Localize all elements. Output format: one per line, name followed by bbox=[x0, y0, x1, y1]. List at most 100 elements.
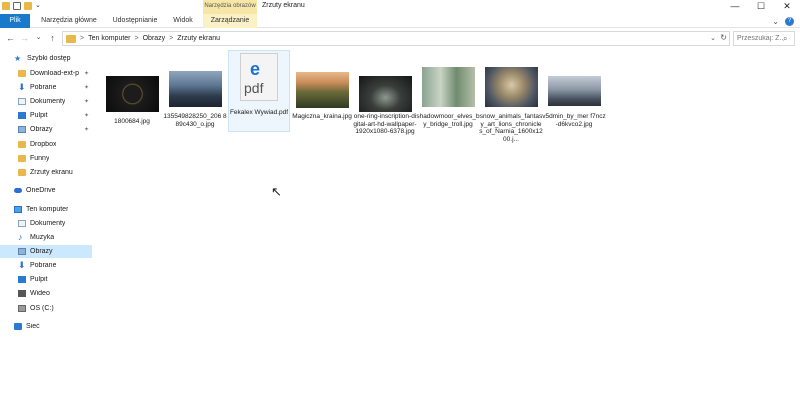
sidebar-item-network[interactable]: Sieć bbox=[0, 320, 92, 333]
file-item[interactable]: one-ring-inscription-digital-art-hd-wall… bbox=[353, 65, 417, 145]
sidebar-item-pictures[interactable]: Obrazy ✦ bbox=[0, 123, 92, 136]
sidebar-item-label: Zrzuty ekranu bbox=[30, 169, 73, 176]
up-button[interactable]: ↑ bbox=[47, 32, 58, 44]
sidebar-item-label: Obrazy bbox=[30, 126, 53, 133]
sidebar-item-pc-documents[interactable]: Dokumenty bbox=[0, 217, 92, 230]
image-thumbnail bbox=[485, 67, 538, 107]
close-button[interactable]: ✕ bbox=[774, 0, 800, 14]
download-icon: ⬇ bbox=[18, 82, 26, 92]
title-bar: ⌄ Narzędzia obrazów Zrzuty ekranu — ☐ ✕ bbox=[0, 0, 800, 14]
sidebar-item-label: OS (C:) bbox=[30, 305, 54, 312]
breadcrumb-this-pc[interactable]: Ten komputer bbox=[88, 35, 130, 42]
sidebar-item-label: Pobrane bbox=[30, 84, 57, 91]
desktop-icon bbox=[18, 276, 26, 283]
breadcrumb-pictures[interactable]: Obrazy bbox=[143, 35, 166, 42]
pin-icon[interactable]: ✦ bbox=[84, 126, 89, 133]
minimize-button[interactable]: — bbox=[722, 0, 748, 14]
search-box[interactable]: ⌕ bbox=[733, 31, 795, 46]
sidebar-item-label: Pulpit bbox=[30, 112, 48, 119]
sidebar-item-label: Szybki dostęp bbox=[27, 55, 71, 62]
pdf-icon: e pdf bbox=[240, 53, 278, 101]
folder-icon[interactable] bbox=[2, 2, 10, 10]
file-item[interactable]: 135549828250_206 889c430_o.jpg bbox=[163, 65, 227, 128]
sidebar-item-video[interactable]: Wideo bbox=[0, 287, 92, 300]
sidebar-item-this-pc[interactable]: Ten komputer bbox=[0, 203, 92, 216]
file-item[interactable]: v5dmin_by_mer f7ncz-d6kvco2.jpg bbox=[542, 65, 606, 128]
breadcrumb-separator[interactable]: > bbox=[135, 35, 139, 42]
maximize-button[interactable]: ☐ bbox=[748, 0, 774, 14]
refresh-icon[interactable]: ↻ bbox=[720, 33, 727, 42]
folder-icon bbox=[18, 141, 26, 148]
sidebar-item-downloads[interactable]: ⬇ Pobrane ✦ bbox=[0, 81, 92, 94]
sidebar-item-desktop[interactable]: Pulpit ✦ bbox=[0, 109, 92, 122]
folder-icon bbox=[66, 34, 76, 43]
new-folder-icon[interactable] bbox=[24, 2, 32, 10]
pin-icon[interactable]: ✦ bbox=[84, 112, 89, 119]
drive-icon bbox=[18, 305, 26, 312]
file-item[interactable]: e pdf Fekalex Wywiad.pdf bbox=[228, 50, 290, 132]
sidebar-item-pc-downloads[interactable]: ⬇ Pobrane bbox=[0, 259, 92, 272]
tab-view[interactable]: Widok bbox=[168, 14, 198, 28]
breadcrumb-screenshots[interactable]: Zrzuty ekranu bbox=[177, 35, 220, 42]
music-icon: ♪ bbox=[18, 232, 23, 242]
sidebar-item-pc-desktop[interactable]: Pulpit bbox=[0, 273, 92, 286]
documents-icon bbox=[18, 98, 26, 105]
pin-icon[interactable]: ✦ bbox=[84, 70, 89, 77]
download-icon: ⬇ bbox=[18, 260, 26, 270]
file-name: Magiczna_kraina.jpg bbox=[292, 113, 352, 120]
sidebar-item-label: Dokumenty bbox=[30, 220, 66, 227]
help-icon[interactable]: ? bbox=[785, 16, 794, 26]
sidebar-item-screenshots[interactable]: Zrzuty ekranu bbox=[0, 166, 92, 179]
tab-share[interactable]: Udostępnianie bbox=[107, 14, 163, 28]
tab-file[interactable]: Plik bbox=[0, 14, 30, 28]
file-name: v5dmin_by_mer f7ncz-d6kvco2.jpg bbox=[542, 113, 606, 128]
sidebar-item-music[interactable]: ♪ Muzyka bbox=[0, 231, 92, 244]
folder-icon bbox=[18, 70, 26, 77]
forward-button[interactable]: → bbox=[19, 32, 30, 44]
properties-icon[interactable] bbox=[13, 2, 21, 10]
computer-icon bbox=[14, 206, 22, 213]
recent-locations-button[interactable]: ⌄ bbox=[33, 32, 44, 44]
sidebar-item-dropbox[interactable]: Dropbox bbox=[0, 138, 92, 151]
sidebar-item-documents[interactable]: Dokumenty ✦ bbox=[0, 95, 92, 108]
file-name: one-ring-inscription-digital-art-hd-wall… bbox=[353, 113, 417, 135]
file-list[interactable]: 1800684.jpg 135549828250_206 889c430_o.j… bbox=[92, 47, 800, 394]
sidebar-item-funny[interactable]: Funny bbox=[0, 152, 92, 165]
file-item[interactable]: Magiczna_kraina.jpg bbox=[292, 65, 352, 125]
address-dropdown-icon[interactable]: ⌄ bbox=[710, 34, 716, 42]
sidebar-item-label: OneDrive bbox=[26, 187, 56, 194]
sidebar-item-label: Obrazy bbox=[30, 248, 53, 255]
file-item[interactable]: 1800684.jpg bbox=[102, 65, 162, 125]
tab-home[interactable]: Narzędzia główne bbox=[37, 14, 101, 28]
video-icon bbox=[18, 290, 26, 297]
sidebar-item-label: Dropbox bbox=[30, 141, 57, 148]
file-item[interactable]: snow_animals_fantasy_art_lions_chronicle… bbox=[479, 65, 543, 145]
back-button[interactable]: ← bbox=[5, 32, 16, 44]
customize-toolbar-icon[interactable]: ⌄ bbox=[35, 2, 41, 10]
file-item[interactable]: shadowmoor_elves_by_bridge_troll.jpg bbox=[416, 65, 480, 128]
image-thumbnail bbox=[359, 76, 412, 112]
sidebar-item-label: Sieć bbox=[26, 323, 40, 330]
search-icon[interactable]: ⌕ bbox=[783, 34, 787, 44]
folder-icon bbox=[18, 155, 26, 162]
sidebar-item-download-ext[interactable]: Download-ext-p ✦ bbox=[0, 67, 92, 80]
sidebar-item-onedrive[interactable]: OneDrive bbox=[0, 184, 92, 197]
sidebar-item-quick-access[interactable]: ★ Szybki dostęp bbox=[0, 52, 92, 65]
breadcrumb-separator[interactable]: > bbox=[169, 35, 173, 42]
sidebar-item-label: Download-ext-p bbox=[30, 70, 80, 77]
ribbon-tabs: Plik Narzędzia główne Udostępnianie Wido… bbox=[0, 14, 800, 28]
image-thumbnail bbox=[296, 72, 349, 108]
search-input[interactable] bbox=[737, 35, 783, 42]
expand-ribbon-icon[interactable]: ⌄ bbox=[772, 17, 779, 26]
sidebar-item-os-drive[interactable]: OS (C:) bbox=[0, 302, 92, 315]
sidebar-item-pc-pictures[interactable]: Obrazy bbox=[0, 245, 92, 258]
documents-icon bbox=[18, 220, 26, 227]
navigation-bar: ← → ⌄ ↑ > Ten komputer > Obrazy > Zrzuty… bbox=[0, 29, 800, 47]
tab-manage[interactable]: Zarządzanie bbox=[203, 14, 257, 28]
address-bar[interactable]: > Ten komputer > Obrazy > Zrzuty ekranu … bbox=[62, 31, 730, 46]
pin-icon[interactable]: ✦ bbox=[84, 84, 89, 91]
mouse-cursor-icon: ↖ bbox=[271, 184, 282, 199]
sidebar-item-label: Wideo bbox=[30, 290, 50, 297]
image-thumbnail bbox=[548, 76, 601, 106]
pin-icon[interactable]: ✦ bbox=[84, 98, 89, 105]
